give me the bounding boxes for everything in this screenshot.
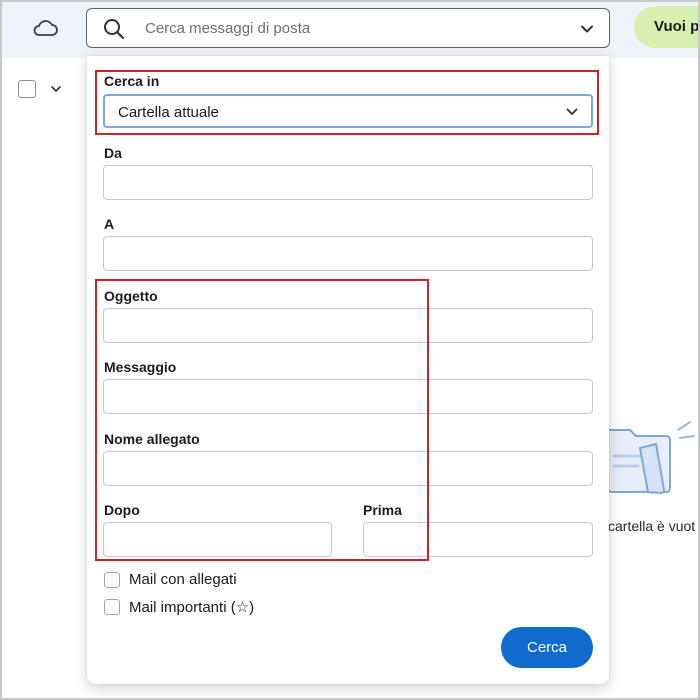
mail-con-allegati-label: Mail con allegati: [129, 571, 237, 588]
prima-input[interactable]: [363, 522, 593, 557]
chevron-down-icon: [566, 108, 578, 115]
empty-folder-icon: [607, 421, 695, 495]
promo-button[interactable]: Vuoi p: [634, 6, 700, 48]
top-bar: Cerca messaggi di posta Vuoi p: [0, 0, 700, 58]
cerca-in-value: Cartella attuale: [118, 104, 219, 121]
search-input[interactable]: Cerca messaggi di posta: [145, 20, 310, 37]
mail-importanti-checkbox[interactable]: [104, 599, 120, 615]
dopo-input[interactable]: [103, 522, 332, 557]
mail-importanti-label: Mail importanti (☆): [129, 599, 255, 616]
nome-allegato-label: Nome allegato: [104, 431, 200, 447]
da-input[interactable]: [103, 165, 593, 200]
chevron-down-icon[interactable]: [579, 21, 595, 37]
chevron-down-icon[interactable]: [49, 82, 63, 96]
dopo-label: Dopo: [104, 502, 140, 518]
empty-folder-text: cartella è vuot: [608, 518, 696, 534]
mail-con-allegati-checkbox[interactable]: [104, 571, 120, 588]
mail-con-allegati-option[interactable]: Mail con allegati: [104, 571, 237, 588]
search-bar[interactable]: Cerca messaggi di posta: [86, 8, 610, 48]
a-input[interactable]: [103, 236, 593, 271]
messaggio-label: Messaggio: [104, 359, 177, 375]
advanced-search-panel: Cerca in Cartella attuale Da A Oggetto M…: [87, 56, 609, 684]
cerca-in-label: Cerca in: [104, 73, 160, 89]
mail-importanti-option[interactable]: Mail importanti (☆): [104, 598, 254, 616]
cerca-in-select[interactable]: Cartella attuale: [103, 94, 593, 128]
cloud-icon[interactable]: [32, 17, 58, 39]
prima-label: Prima: [363, 502, 402, 518]
a-label: A: [104, 216, 115, 232]
da-label: Da: [104, 145, 122, 161]
messaggio-input[interactable]: [103, 379, 593, 414]
oggetto-label: Oggetto: [104, 288, 158, 304]
select-all-checkbox[interactable]: [18, 80, 36, 98]
cerca-button[interactable]: Cerca: [501, 627, 593, 668]
oggetto-input[interactable]: [103, 308, 593, 343]
nome-allegato-input[interactable]: [103, 451, 593, 486]
search-icon[interactable]: [103, 18, 125, 40]
